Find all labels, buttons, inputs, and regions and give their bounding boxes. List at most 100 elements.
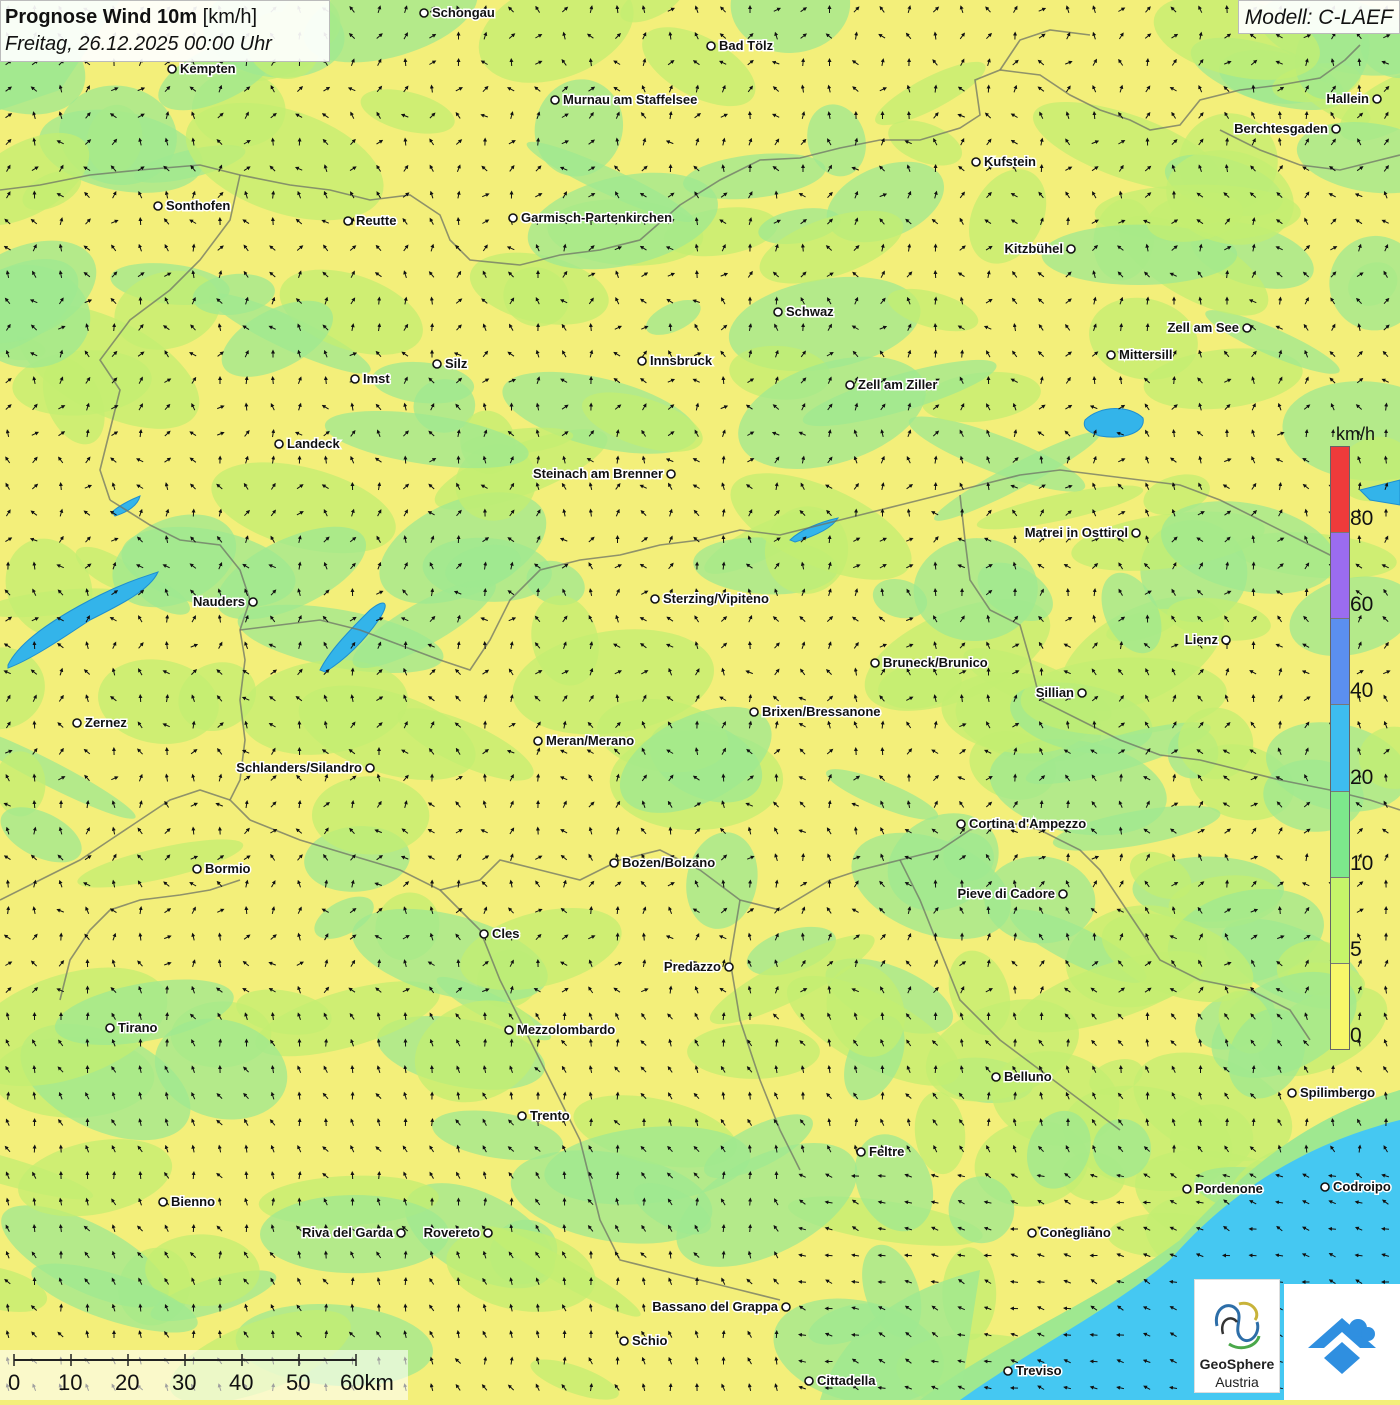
- city-label: Sonthofen: [166, 198, 230, 213]
- city-marker: [484, 1229, 492, 1237]
- city-marker: [480, 930, 488, 938]
- wind-arrow: [1306, 113, 1307, 119]
- city-label: Lienz: [1185, 632, 1219, 647]
- city-marker: [957, 820, 965, 828]
- wind-arrow: [906, 1255, 912, 1256]
- city-label: Kempten: [180, 61, 236, 76]
- city-label: Zell am Ziller: [858, 377, 937, 392]
- wind-arrow: [299, 1120, 300, 1126]
- city-46: Riva del Garda: [302, 1225, 405, 1240]
- wind-arrow: [670, 1385, 671, 1391]
- city-16: Innsbruck: [638, 353, 713, 368]
- wind-arrow: [458, 882, 459, 888]
- city-marker: [193, 865, 201, 873]
- city-label: Brixen/Bressanone: [762, 704, 881, 719]
- city-marker: [366, 764, 374, 772]
- city-marker: [992, 1073, 1000, 1081]
- city-marker: [1078, 689, 1086, 697]
- city-marker: [1373, 95, 1381, 103]
- city-8: Sonthofen: [154, 198, 230, 213]
- city-label: Pieve di Cadore: [957, 886, 1055, 901]
- wind-arrow: [750, 1173, 751, 1179]
- geosphere-logo[interactable]: GeoSphere Austria: [1194, 1279, 1280, 1393]
- city-marker: [1059, 890, 1067, 898]
- scale-label: 40: [229, 1370, 253, 1396]
- wind-arrow: [326, 378, 327, 384]
- city-10: Garmisch-Partenkirchen: [509, 210, 672, 225]
- city-label: Matrei in Osttirol: [1025, 525, 1128, 540]
- wind-arrow: [935, 325, 936, 331]
- legend-segment: [1331, 964, 1349, 1049]
- wind-arrow: [617, 908, 618, 914]
- city-marker: [610, 859, 618, 867]
- city-40: Spilimbergo: [1288, 1085, 1375, 1100]
- city-label: Sillian: [1036, 685, 1074, 700]
- city-marker: [397, 1229, 405, 1237]
- wind-arrow: [591, 1120, 592, 1126]
- map-title-unit: [km/h]: [203, 6, 257, 28]
- wind-arrow: [1094, 378, 1095, 384]
- wind-arrow: [246, 405, 247, 411]
- city-label: Schwaz: [786, 304, 834, 319]
- wind-arrow: [644, 1200, 645, 1206]
- city-marker: [871, 659, 879, 667]
- wind-arrow: [458, 219, 459, 225]
- city-marker: [551, 96, 559, 104]
- legend-label: 40: [1350, 679, 1373, 703]
- wind-arrow: [34, 802, 35, 808]
- city-marker: [620, 1337, 628, 1345]
- app-logo[interactable]: [1284, 1284, 1400, 1400]
- legend-segment: [1331, 447, 1349, 533]
- city-label: Predazzo: [664, 959, 721, 974]
- wind-arrow: [986, 1361, 992, 1362]
- city-marker: [1288, 1089, 1296, 1097]
- wind-arrow: [405, 140, 406, 146]
- city-label: Zernez: [85, 715, 127, 730]
- wind-arrow: [246, 908, 247, 914]
- city-marker: [73, 719, 81, 727]
- legend-label: 80: [1350, 507, 1373, 531]
- wind-arrow: [1359, 60, 1360, 66]
- wind-arrow: [1065, 1308, 1071, 1309]
- wind-arrow: [458, 1279, 459, 1285]
- wind-arrow: [1280, 113, 1281, 119]
- wind-arrow: [750, 1226, 751, 1232]
- city-label: Innsbruck: [650, 353, 713, 368]
- city-label: Zell am See: [1167, 320, 1239, 335]
- wind-arrow: [962, 511, 963, 517]
- wind-arrow: [379, 299, 380, 305]
- wind-arrow: [87, 1041, 88, 1047]
- wind-arrow: [1092, 1335, 1098, 1336]
- wind-arrow: [1147, 60, 1148, 66]
- city-marker: [972, 158, 980, 166]
- wind-arrow: [1094, 723, 1095, 729]
- geosphere-logo-line1: GeoSphere: [1195, 1356, 1279, 1372]
- legend-label: 0: [1350, 1024, 1362, 1048]
- city-48: Conegliano: [1028, 1225, 1111, 1240]
- wind-arrow: [273, 140, 274, 146]
- wind-arrow: [193, 1173, 194, 1179]
- wind-arrow: [803, 855, 804, 861]
- geosphere-icon: [1195, 1286, 1279, 1356]
- city-label: Conegliano: [1040, 1225, 1111, 1240]
- wind-arrow: [1386, 776, 1387, 782]
- city-marker: [1132, 529, 1140, 537]
- wind-arrow: [776, 193, 777, 199]
- city-marker: [846, 381, 854, 389]
- forecast-datetime: Freitag, 26.12.2025 00:00 Uhr: [5, 31, 325, 58]
- wind-arrow: [1039, 1282, 1045, 1283]
- city-label: Pordenone: [1195, 1181, 1263, 1196]
- city-label: Kitzbühel: [1005, 241, 1064, 256]
- city-label: Silz: [445, 356, 468, 371]
- city-marker: [1243, 324, 1251, 332]
- wind-arrow: [193, 1332, 194, 1338]
- city-label: Bienno: [171, 1194, 215, 1209]
- city-label: Sterzing/Vipiteno: [663, 591, 769, 606]
- city-label: Mittersill: [1119, 347, 1172, 362]
- wind-arrow: [246, 1173, 247, 1179]
- city-23: Sterzing/Vipiteno: [651, 591, 769, 606]
- legend-label: 20: [1350, 766, 1373, 790]
- wind-arrow: [1253, 87, 1254, 93]
- wind-arrow: [1147, 325, 1148, 331]
- wind-arrow: [114, 325, 115, 331]
